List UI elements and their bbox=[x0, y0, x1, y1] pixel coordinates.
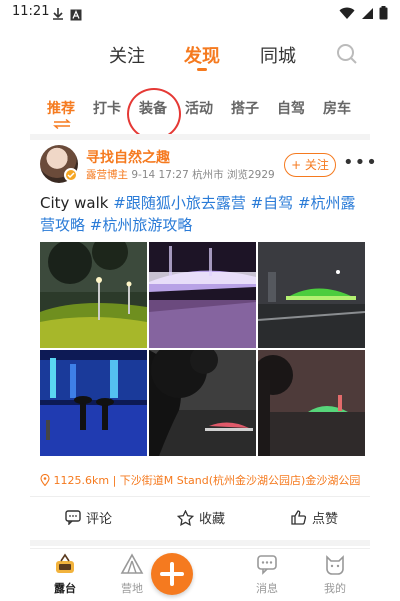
hashtag[interactable]: #跟随狐小旅去露营 bbox=[113, 194, 246, 212]
search-icon[interactable] bbox=[336, 43, 358, 69]
comment-button[interactable]: 评论 bbox=[65, 508, 112, 527]
nav-messages-label: 消息 bbox=[256, 582, 278, 595]
category-tabs: 推荐 打卡 装备 活动 搭子 自驾 房车 bbox=[0, 98, 400, 132]
post-city: 杭州市 bbox=[192, 169, 224, 181]
post-text: City walk #跟随狐小旅去露营 #自驾 #杭州露营攻略 #杭州旅游攻略 bbox=[40, 192, 370, 236]
tab-follow[interactable]: 关注 bbox=[109, 42, 145, 68]
follow-button[interactable]: + 关注 bbox=[284, 153, 336, 177]
photo-green-stadium[interactable] bbox=[258, 242, 365, 348]
tab-discover[interactable]: 发现 bbox=[184, 42, 220, 68]
photo-grid bbox=[40, 242, 365, 456]
hashtag[interactable]: #杭州旅游攻略 bbox=[90, 216, 193, 234]
post-date: 9-14 17:27 bbox=[131, 169, 189, 181]
annotation-circle bbox=[127, 88, 181, 140]
nav-profile-label: 我的 bbox=[324, 582, 346, 595]
nav-profile[interactable]: 我的 bbox=[305, 553, 365, 596]
signal-icon bbox=[360, 5, 374, 24]
author-role: 露营博主 bbox=[86, 169, 128, 181]
post-author[interactable]: 寻找自然之趣 bbox=[86, 147, 170, 167]
category-activity[interactable]: 活动 bbox=[185, 98, 213, 118]
nav-terrace[interactable]: 露台 bbox=[35, 553, 95, 596]
section-divider bbox=[30, 540, 370, 546]
category-buddy[interactable]: 搭子 bbox=[231, 98, 259, 118]
wifi-icon bbox=[339, 5, 355, 24]
plus-icon bbox=[160, 562, 184, 586]
hashtag[interactable]: #自驾 bbox=[251, 194, 294, 212]
notification-a-icon bbox=[70, 6, 82, 25]
top-nav: 关注 发现 同城 bbox=[0, 40, 400, 80]
bottom-nav: 露台 营地 消息 我的 bbox=[30, 548, 370, 601]
category-recommend[interactable]: 推荐 bbox=[47, 98, 75, 118]
post-meta: 露营博主 9-14 17:27 杭州市 浏览2929 bbox=[86, 167, 275, 182]
battery-icon bbox=[379, 5, 388, 24]
location-text: 1125.6km | 下沙街道M Stand(杭州金沙湖公园店)金沙湖公园 bbox=[53, 474, 361, 487]
favorite-button[interactable]: 收藏 bbox=[177, 508, 225, 527]
category-rv[interactable]: 房车 bbox=[323, 98, 351, 118]
more-options-icon[interactable]: ••• bbox=[343, 152, 378, 173]
status-bar: 11:21 bbox=[0, 0, 400, 26]
location-pin-icon bbox=[40, 473, 54, 487]
nav-terrace-label: 露台 bbox=[54, 582, 76, 595]
photo-tree-lake[interactable] bbox=[149, 350, 256, 456]
tent-icon bbox=[120, 553, 144, 574]
create-post-button[interactable] bbox=[151, 553, 193, 595]
comment-icon bbox=[65, 510, 81, 525]
comment-label: 评论 bbox=[86, 512, 113, 527]
tab-active-indicator bbox=[197, 68, 207, 71]
post-views: 浏览2929 bbox=[226, 169, 275, 181]
favorite-label: 收藏 bbox=[199, 512, 226, 527]
like-label: 点赞 bbox=[312, 512, 339, 527]
verified-badge-icon bbox=[64, 168, 78, 182]
message-icon bbox=[257, 555, 277, 575]
photo-people-umbrellas[interactable] bbox=[40, 350, 147, 456]
post-actions: 评论 收藏 点赞 bbox=[0, 508, 400, 532]
swap-arrows-icon bbox=[52, 118, 72, 132]
status-time: 11:21 bbox=[12, 4, 50, 19]
star-icon bbox=[177, 509, 194, 526]
tab-nearby[interactable]: 同城 bbox=[260, 42, 296, 68]
nav-messages[interactable]: 消息 bbox=[237, 553, 297, 596]
photo-river-night[interactable] bbox=[258, 350, 365, 456]
section-divider bbox=[30, 134, 370, 140]
download-icon bbox=[52, 6, 64, 25]
category-checkin[interactable]: 打卡 bbox=[93, 98, 121, 118]
post-text-plain: City walk bbox=[40, 194, 114, 212]
photo-park-lamp[interactable] bbox=[40, 242, 147, 348]
thumbs-up-icon bbox=[291, 510, 307, 525]
post-location[interactable]: 1125.6km | 下沙街道M Stand(杭州金沙湖公园店)金沙湖公园 bbox=[40, 472, 360, 488]
divider bbox=[30, 496, 370, 497]
like-button[interactable]: 点赞 bbox=[291, 508, 338, 527]
photo-light-show[interactable] bbox=[149, 242, 256, 348]
category-selfdrive[interactable]: 自驾 bbox=[277, 98, 305, 118]
cat-face-icon bbox=[326, 555, 344, 575]
terrace-icon bbox=[56, 553, 74, 573]
